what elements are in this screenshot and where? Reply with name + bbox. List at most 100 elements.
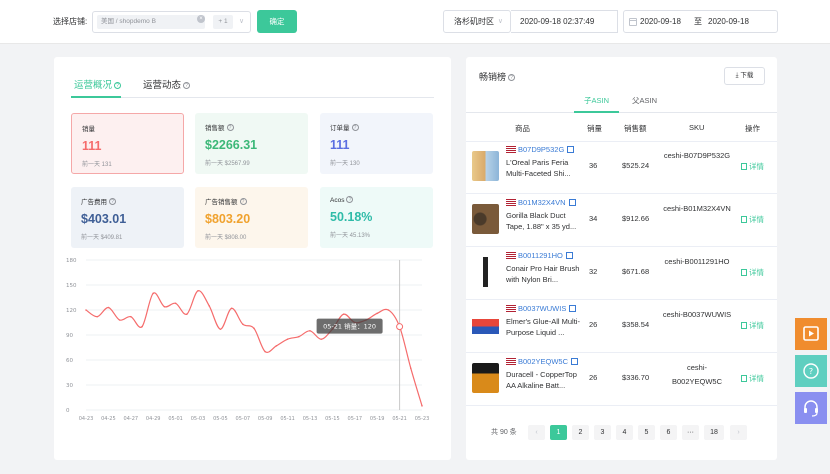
pager-prev[interactable]: ‹ — [528, 425, 545, 440]
metric-card-acos[interactable]: Acos? 50.18% 前一天 45.13% — [320, 187, 433, 248]
tab-active-indicator — [71, 96, 121, 98]
tab-parent-asin[interactable]: 父ASIN — [632, 95, 657, 106]
asin-link[interactable]: B002YEQW5C — [506, 357, 579, 366]
store-more-tag: + 1 — [213, 15, 233, 29]
confirm-button[interactable]: 确定 — [257, 10, 297, 33]
tab-operations-activity[interactable]: 运营动态? — [143, 77, 191, 91]
headset-icon — [804, 400, 818, 417]
data-point — [298, 335, 300, 338]
detail-link[interactable]: 详情 — [741, 161, 764, 172]
detail-link[interactable]: 详情 — [741, 373, 764, 384]
store-label: 选择店铺: — [53, 17, 88, 26]
pager-page[interactable]: 1 — [550, 425, 567, 440]
pager-page[interactable]: 18 — [704, 425, 724, 440]
table-row: B0037WUWIS Elmer's Glue-All Multi-Purpos… — [466, 300, 777, 353]
x-tick-label: 05-09 — [258, 416, 273, 422]
document-icon — [741, 322, 747, 329]
data-point — [107, 306, 110, 309]
row-qty: 32 — [589, 267, 598, 276]
question-icon: ? — [351, 124, 359, 131]
metric-label: 销售额? — [205, 122, 298, 132]
store-select[interactable]: 美国 / shopdemo B × + 1 ∨ — [92, 11, 251, 33]
tag-close-icon[interactable]: × — [197, 15, 205, 23]
data-point — [163, 305, 166, 308]
x-tick-label: 05-23 — [415, 416, 430, 422]
data-point — [396, 323, 404, 331]
pager-page[interactable]: 5 — [638, 425, 655, 440]
data-point — [174, 302, 177, 305]
table-row: B0011291HO Conair Pro Hair Brush with Ny… — [466, 247, 777, 300]
asin-link[interactable]: B0011291HO — [506, 251, 573, 260]
x-tick-label: 04-23 — [79, 416, 94, 422]
video-button[interactable] — [795, 318, 827, 350]
pager-ellipsis[interactable]: ··· — [682, 425, 699, 440]
tab-child-asin[interactable]: 子ASIN — [584, 95, 609, 106]
metric-value: 111 — [330, 138, 350, 152]
pager-page[interactable]: 2 — [572, 425, 589, 440]
metric-label: Acos? — [330, 196, 423, 204]
product-name: L'Oreal Paris Feria Multi-Faceted Shi... — [506, 158, 571, 178]
y-tick-label: 60 — [66, 358, 73, 364]
col-header-product: 商品 — [515, 124, 530, 133]
asin-link[interactable]: B01M32X4VN — [506, 198, 576, 207]
detail-link[interactable]: 详情 — [741, 214, 764, 225]
metric-card-ad-spend[interactable]: 广告费用? $403.01 前一天 $409.81 — [71, 187, 184, 248]
support-button[interactable] — [795, 392, 827, 424]
sales-line-chart[interactable]: 0 30 60 90 120 150 180 04-23 04-25 04-27 04-29 05-0… — [62, 255, 442, 430]
data-point — [421, 405, 423, 407]
asin-link[interactable]: B07D9P532G — [506, 145, 575, 154]
question-icon: ? — [239, 198, 247, 205]
series-line — [85, 290, 423, 407]
question-icon: ? — [508, 74, 516, 81]
pager-next[interactable]: › — [730, 425, 747, 440]
timezone-select[interactable]: 洛杉矶时区 ∨ — [443, 10, 511, 33]
row-sales: $358.54 — [622, 320, 650, 329]
detail-link[interactable]: 详情 — [741, 267, 764, 278]
metric-label: 销量 — [82, 126, 95, 133]
download-button[interactable]: ⤓ 下载 — [724, 67, 765, 85]
metric-label: 订单量? — [330, 122, 423, 132]
product-thumbnail — [472, 204, 499, 234]
pager-page[interactable]: 3 — [594, 425, 611, 440]
data-point — [275, 345, 278, 347]
date-range-picker[interactable]: 2020-09-18 至 2020-09-18 — [623, 10, 778, 33]
help-icon: ? — [803, 363, 819, 379]
help-button[interactable]: ? — [795, 355, 827, 387]
detail-link[interactable]: 详情 — [741, 320, 764, 331]
metric-previous: 前一天 45.13% — [330, 233, 371, 239]
metric-value: 50.18% — [330, 210, 373, 224]
metric-card-sales-amount[interactable]: 销售额? $2266.31 前一天 $2567.99 — [195, 113, 308, 174]
row-sales: $525.24 — [622, 161, 650, 170]
document-icon — [741, 375, 747, 382]
top-bar: 选择店铺: 美国 / shopdemo B × + 1 ∨ 确定 洛杉矶时区 ∨… — [0, 0, 830, 44]
data-point — [85, 309, 87, 311]
tab-divider — [71, 97, 434, 98]
metric-card-ad-sales[interactable]: 广告销售额? $803.20 前一天 $808.00 — [195, 187, 308, 248]
col-header-sales[interactable]: 销售额 — [624, 123, 647, 134]
col-header-qty[interactable]: 销量 — [587, 123, 602, 134]
tab-operations-overview[interactable]: 运营概况? — [74, 77, 122, 91]
external-link-icon — [571, 358, 579, 365]
x-tick-label: 05-05 — [213, 416, 228, 422]
data-point — [309, 330, 311, 332]
row-sales: $671.68 — [622, 267, 650, 276]
data-point — [320, 338, 323, 340]
y-tick-label: 0 — [66, 408, 70, 414]
x-tick-label: 05-01 — [168, 416, 183, 422]
asin-link[interactable]: B0037WUWIS — [506, 304, 577, 313]
pager-page[interactable]: 4 — [616, 425, 633, 440]
row-sales: $912.66 — [622, 214, 650, 223]
question-icon: ? — [346, 196, 354, 203]
x-tick-label: 05-15 — [325, 416, 340, 422]
product-name: Gorilla Black Duct Tape, 1.88" x 35 yd..… — [506, 211, 577, 231]
pager-page[interactable]: 6 — [660, 425, 677, 440]
col-header-action: 操作 — [745, 124, 760, 133]
x-tick-label: 05-19 — [370, 416, 385, 422]
metric-card-orders[interactable]: 订单量? 111 前一天 130 — [320, 113, 433, 174]
calendar-icon — [629, 18, 637, 26]
data-point — [410, 367, 412, 370]
product-thumbnail — [472, 151, 499, 181]
row-sku: ceshi-B0011291HO — [664, 257, 730, 266]
tooltip-text: 05-21 销量：120 — [323, 322, 376, 331]
metric-card-sales-qty[interactable]: 销量 111 前一天 131 — [71, 113, 184, 174]
